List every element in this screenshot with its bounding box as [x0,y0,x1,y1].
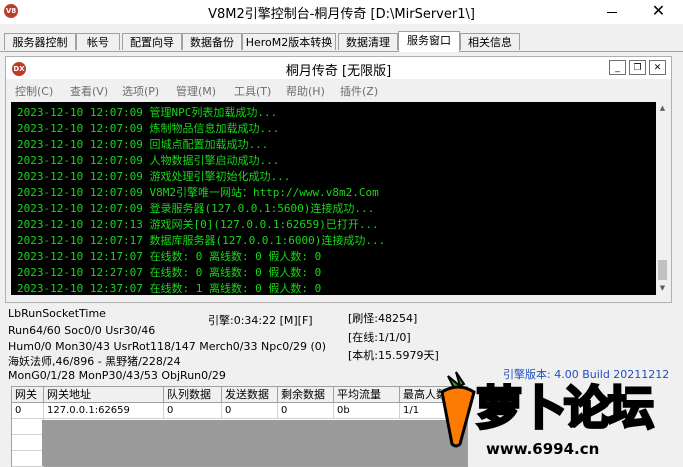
online-count: [在线:1/1/0] [348,331,411,344]
table-empty-area [42,420,467,466]
table-row [12,435,44,451]
log-line: 2023-12-10 12:07:09 登录服务器(127.0.0.1:5600… [17,202,375,215]
menu-plugins[interactable]: 插件(Z) [340,83,378,99]
scroll-thumb[interactable] [658,260,667,280]
log-line: 2023-12-10 12:07:09 回城点配置加载成功... [17,138,269,151]
log-line: 2023-12-10 12:07:09 V8M2引擎唯一网站：http://ww… [17,186,379,199]
menu-control[interactable]: 控制(C) [15,83,53,99]
engine-uptime: 引擎:0:34:22 [M][F] [208,314,313,327]
column-header[interactable]: 剩余数据 [278,387,334,403]
tab-data-backup[interactable]: 数据备份 [182,33,242,50]
tab-account[interactable]: 帐号 [76,33,120,50]
tab-related-info[interactable]: 相关信息 [460,33,520,50]
column-header[interactable]: 发送数据 [222,387,278,403]
inner-title: 桐月传奇 [无限版] [285,64,392,79]
log-line: 2023-12-10 12:07:17 数据库服务器(127.0.0.1:600… [17,234,386,247]
service-window: DX 桐月传奇 [无限版] _ ❐ ✕ 控制(C) 查看(V) 选项(P) 管理… [5,56,672,303]
log-line: 2023-12-10 12:07:09 炼制物品信息加载成功... [17,122,280,135]
stat-socket-time: LbRunSocketTime [8,307,106,320]
tab-bar: 服务器控制 帐号 配置向导 数据备份 HeroM2版本转换 数据清理 服务窗口 … [0,31,683,52]
tab-server-control[interactable]: 服务器控制 [4,33,76,50]
tab-config-wizard[interactable]: 配置向导 [122,33,182,50]
table-cell: 0 [222,403,278,419]
stat-hum: Hum0/0 Mon30/43 UsrRot118/147 Merch0/33 … [8,340,327,353]
inner-titlebar: DX 桐月传奇 [无限版] _ ❐ ✕ [6,57,671,79]
log-line: 2023-12-10 12:07:13 游戏网关[0](127.0.0.1:62… [17,218,379,231]
tab-herom2-convert[interactable]: HeroM2版本转换 [242,33,336,50]
log-line: 2023-12-10 12:27:07 在线数: 0 离线数: 0 假人数: 0 [17,266,322,279]
menu-view[interactable]: 查看(V) [70,83,108,99]
table-cell: 0b [334,403,400,419]
log-console[interactable]: 2023-12-10 12:07:09 管理NPC列表加载成功... 2023-… [11,102,656,295]
inner-minimize-button[interactable]: _ [609,60,626,75]
table-cell: 0 [164,403,222,419]
gateway-table[interactable]: 网关 网关地址 队列数据 发送数据 剩余数据 平均流量 最高人数 0 127.0… [11,386,468,467]
inner-restore-button[interactable]: ❐ [629,60,646,75]
stat-run: Run64/60 Soc0/0 Usr30/46 [8,324,156,337]
log-line: 2023-12-10 12:07:09 游戏处理引擎初始化成功... [17,170,291,183]
log-line: 2023-12-10 12:37:07 在线数: 1 离线数: 0 假人数: 0 [17,282,322,295]
refresh-monster-count: [刷怪:48254] [348,312,418,325]
minimize-button[interactable] [602,2,622,20]
menu-manage[interactable]: 管理(M) [176,83,216,99]
watermark-text: 萝卜论坛 [475,380,656,437]
menu-bar: 控制(C) 查看(V) 选项(P) 管理(M) 工具(T) 帮助(H) 插件(Z… [6,81,671,99]
column-header[interactable]: 网关 [12,387,44,403]
log-scrollbar[interactable]: ▲ ▼ [656,102,669,295]
table-row [12,419,44,435]
local-uptime: [本机:15.5979天] [348,349,439,362]
inner-close-button[interactable]: ✕ [649,60,666,75]
window-title: V8M2引擎控制台-桐月传奇 [D:\MirServer1\] [208,7,475,22]
log-line: 2023-12-10 12:07:09 人物数据引擎启动成功... [17,154,280,167]
stat-mong: MonG0/1/28 MonP30/43/53 ObjRun0/29 [8,369,226,382]
column-header[interactable]: 网关地址 [44,387,164,403]
scroll-up-icon[interactable]: ▲ [656,102,669,115]
tab-service-window[interactable]: 服务窗口 [398,31,460,52]
window-titlebar: V8 V8M2引擎控制台-桐月传奇 [D:\MirServer1\] ✕ [0,0,683,24]
carrot-icon [440,371,476,448]
scroll-down-icon[interactable]: ▼ [656,282,669,295]
menu-help[interactable]: 帮助(H) [286,83,325,99]
table-row [12,451,44,467]
log-line: 2023-12-10 12:07:09 管理NPC列表加载成功... [17,106,278,119]
table-cell: 127.0.0.1:62659 [44,403,164,419]
stat-monster: 海妖法师,46/896 - 黑野猪/228/24 [8,355,181,368]
table-cell: 0 [278,403,334,419]
log-line: 2023-12-10 12:17:07 在线数: 0 离线数: 0 假人数: 0 [17,250,322,263]
menu-tools[interactable]: 工具(T) [234,83,271,99]
watermark-url: www.6994.cn [486,440,600,458]
menu-options[interactable]: 选项(P) [122,83,159,99]
column-header[interactable]: 队列数据 [164,387,222,403]
tab-data-cleanup[interactable]: 数据清理 [338,33,398,50]
watermark-logo: 萝卜论坛 www.6994.cn [428,364,683,467]
column-header[interactable]: 平均流量 [334,387,400,403]
table-cell: 0 [12,403,44,419]
close-button[interactable]: ✕ [634,0,683,22]
